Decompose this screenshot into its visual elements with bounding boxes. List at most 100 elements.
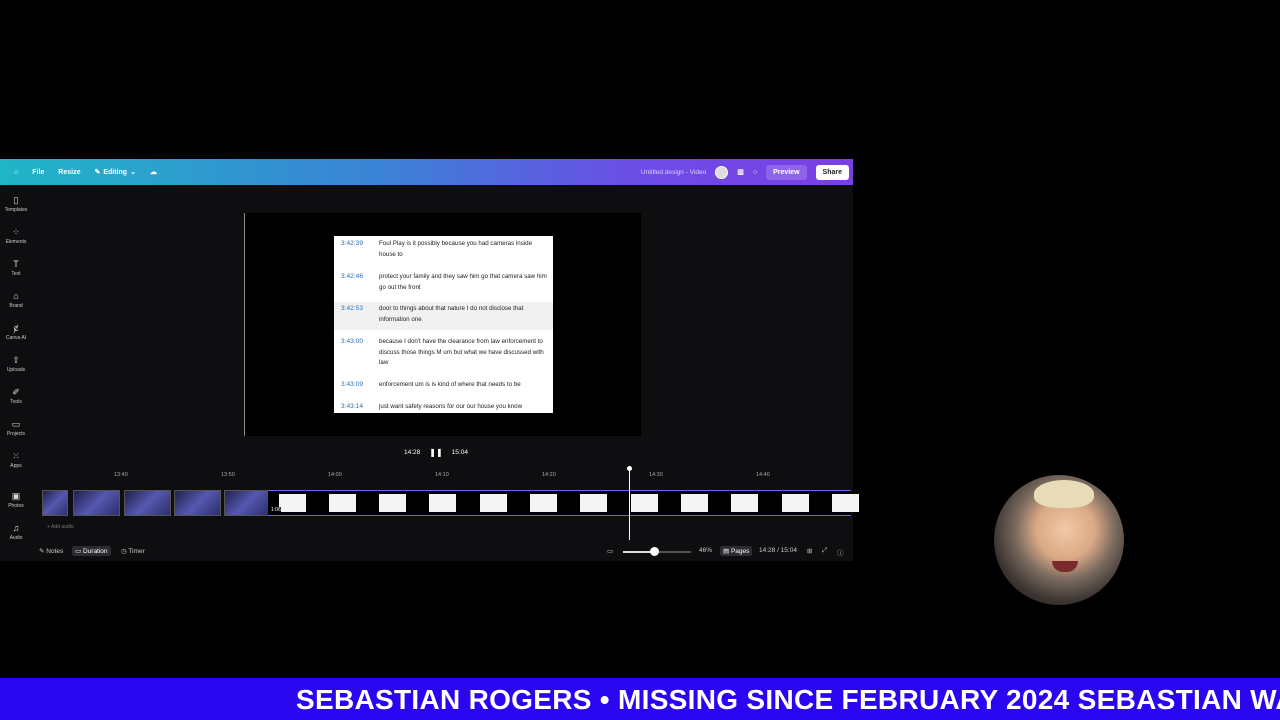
transcript-row-highlighted: 3:42:53 door to things about that nature…	[334, 302, 553, 330]
ruler-label: 14:20	[542, 472, 556, 478]
user-avatar[interactable]	[715, 165, 729, 179]
webcam-overlay	[994, 475, 1124, 605]
sidebar-item-tools[interactable]: ✐ Tools	[0, 387, 32, 405]
preview-button[interactable]: Preview	[766, 164, 807, 180]
fullscreen-icon[interactable]: ⤢	[822, 547, 827, 555]
templates-icon: ▯	[13, 195, 19, 205]
help-icon[interactable]: ⓘ	[837, 547, 844, 557]
transcript-screenshot: 3:42:39 Foul Play is it possibly because…	[334, 236, 553, 413]
ruler-label: 14:40	[756, 472, 770, 478]
pause-icon[interactable]: ❚❚	[429, 448, 442, 457]
share-button[interactable]: Share	[815, 164, 849, 180]
timeline-track[interactable]: 1:06	[42, 490, 859, 516]
transcript-text: just want safety reasons for our our hou…	[379, 403, 523, 410]
sidebar-item-projects[interactable]: ▭ Projects	[0, 419, 32, 437]
home-icon[interactable]: ⌂	[14, 169, 18, 176]
ticker-text: SEBASTIAN ROGERS • MISSING SINCE FEBRUAR…	[296, 684, 1280, 715]
total-time: 15:04	[451, 449, 468, 456]
transcript-row: 3:42:46 protect your family and they saw…	[334, 272, 553, 296]
zoom-slider-thumb[interactable]	[650, 547, 660, 556]
pages-button[interactable]: ▤ Pages	[720, 546, 753, 556]
sidebar-item-label: Elements	[5, 239, 27, 245]
text-icon: T	[13, 259, 19, 269]
sidebar-item-elements[interactable]: ⁘ Elements	[0, 227, 32, 245]
sidebar-item-brand[interactable]: ⌂ Brand	[0, 291, 32, 309]
photos-icon: ▣	[11, 491, 21, 501]
video-frame-thumbnail	[124, 490, 171, 516]
sidebar-item-label: Projects	[6, 431, 26, 437]
sidebar-item-label: Canva AI	[5, 335, 27, 341]
transcript-timestamp: 3:42:46	[341, 273, 363, 280]
transcript-timestamp: 3:42:39	[341, 240, 363, 247]
resize-menu[interactable]: Resize	[58, 169, 80, 176]
transcript-text: door to things about that nature I do no…	[379, 305, 524, 323]
duration-label: Duration	[82, 548, 108, 555]
ruler-label: 13:50	[221, 472, 235, 478]
editing-label: Editing	[103, 168, 128, 176]
fit-view-icon[interactable]: ▭	[607, 547, 613, 555]
transcript-timestamp: 3:43:00	[341, 338, 363, 345]
page-frame-thumbnail	[569, 490, 620, 516]
sidebar-item-apps[interactable]: ⁙ Apps	[0, 451, 32, 469]
duration-button[interactable]: ▭ Duration	[72, 546, 111, 556]
video-frame-thumbnail	[73, 490, 120, 516]
zoom-slider[interactable]	[623, 547, 691, 556]
sidebar-item-uploads[interactable]: ⇧ Uploads	[0, 355, 32, 373]
elements-icon: ⁘	[12, 227, 20, 237]
ruler-label: 13:40	[114, 472, 128, 478]
chevron-down-icon: ⌄	[130, 169, 136, 176]
duration-icon: ▭	[75, 548, 82, 555]
sidebar-item-label: Text	[11, 271, 21, 277]
sidebar-item-label: Audio	[9, 535, 23, 541]
transcript-text: protect your family and they saw him go …	[379, 273, 547, 291]
sidebar-item-photos[interactable]: ▣ Photos	[0, 491, 32, 509]
add-audio-track[interactable]: + Add audio	[47, 524, 74, 530]
sidebar-item-label: Brand	[9, 303, 23, 309]
notes-icon: ✎	[39, 548, 45, 555]
playhead[interactable]	[629, 468, 630, 540]
editing-mode-dropdown[interactable]: ✎ Editing ⌄	[94, 168, 136, 177]
canva-editor-window: ⌂ File Resize ✎ Editing ⌄ ☁ Untitled des…	[0, 159, 859, 561]
zoom-level[interactable]: 46%	[699, 547, 712, 554]
page-frame-thumbnail	[720, 490, 771, 516]
comment-icon[interactable]: ○	[753, 169, 757, 176]
transcript-timestamp: 3:43:14	[341, 403, 363, 410]
page-frame-thumbnail	[318, 490, 368, 516]
page-frame-thumbnail	[670, 490, 720, 516]
page-frame-thumbnail	[620, 490, 670, 516]
grid-view-icon[interactable]: ⊞	[807, 547, 812, 555]
tools-icon: ✐	[12, 387, 20, 397]
video-frame-thumbnail	[42, 490, 68, 516]
transcript-timestamp: 3:42:53	[341, 305, 363, 312]
transcript-row: 3:43:00 because I don't have the clearan…	[334, 337, 553, 371]
top-toolbar: ⌂ File Resize ✎ Editing ⌄ ☁ Untitled des…	[0, 159, 853, 185]
sidebar-item-label: Apps	[10, 463, 22, 469]
screen: ⌂ File Resize ✎ Editing ⌄ ☁ Untitled des…	[0, 0, 1280, 720]
timeline-ruler[interactable]: 13:40 13:50 14:00 14:10 14:20 14:30 14:4…	[40, 468, 843, 480]
notes-button[interactable]: ✎ Notes	[39, 547, 63, 555]
page-frame-thumbnail	[418, 490, 469, 516]
add-audio-label: Add audio	[51, 524, 74, 530]
design-canvas[interactable]: 3:42:39 Foul Play is it possibly because…	[244, 213, 641, 436]
sidebar-item-text[interactable]: T Text	[0, 259, 32, 277]
sidebar-item-label: Uploads	[6, 367, 26, 373]
transcript-text: because I don't have the clearance from …	[379, 338, 544, 366]
webcam-person-smile	[1052, 561, 1078, 572]
analytics-icon[interactable]: ▥	[737, 168, 744, 176]
timer-button[interactable]: ◷ Timer	[121, 547, 145, 555]
pages-label: Pages	[730, 548, 750, 555]
document-title[interactable]: Untitled design - Video	[641, 169, 706, 176]
cloud-save-icon[interactable]: ☁	[150, 168, 157, 176]
playback-controls: 14:28 ❚❚ 15:04	[404, 448, 468, 457]
sidebar-item-templates[interactable]: ▯ Templates	[0, 195, 32, 213]
pages-icon: ▤	[723, 548, 730, 555]
left-sidebar: ▯ Templates ⁘ Elements T Text ⌂ Brand ȼ …	[0, 185, 32, 561]
timer-label: Timer	[128, 548, 145, 555]
page-frame-thumbnail	[821, 490, 859, 516]
file-menu[interactable]: File	[32, 169, 44, 176]
sidebar-item-audio[interactable]: ♫ Audio	[0, 523, 32, 541]
sidebar-item-canva-ai[interactable]: ȼ Canva AI	[0, 323, 32, 341]
uploads-icon: ⇧	[12, 355, 20, 365]
transcript-row: 3:42:39 Foul Play is it possibly because…	[334, 239, 553, 263]
transcript-timestamp: 3:43:09	[341, 381, 363, 388]
